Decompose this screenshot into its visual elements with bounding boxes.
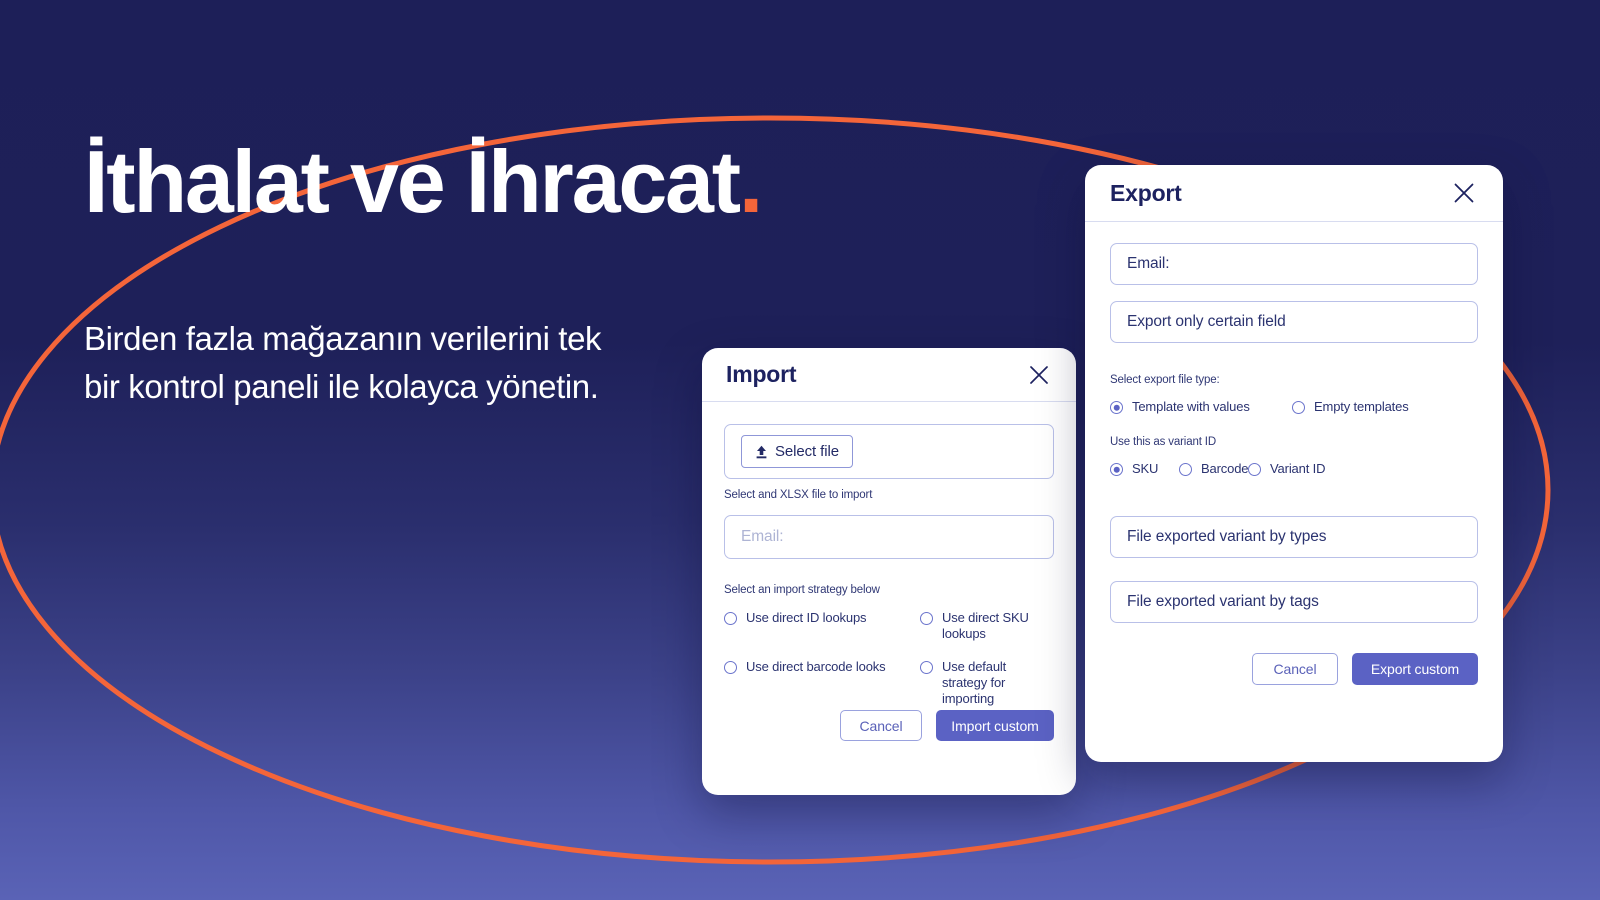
cancel-button[interactable]: Cancel (1252, 652, 1338, 685)
radio-label: Empty templates (1314, 399, 1409, 414)
email-field-placeholder: Email: (741, 528, 784, 545)
import-dialog-header: Import (702, 348, 1076, 401)
radio-label: SKU (1132, 461, 1159, 477)
radio-label: Use direct barcode looks (746, 658, 886, 674)
export-dialog-title: Export (1110, 179, 1182, 206)
radio-use-direct-barcode-looks[interactable]: Use direct barcode looks (724, 659, 920, 708)
close-icon-glyph (1454, 183, 1474, 203)
radio-icon (1248, 463, 1261, 477)
export-variant-by-types-label: File exported variant by types (1127, 527, 1327, 545)
export-variant-by-tags-field[interactable]: File exported variant by tags (1110, 580, 1478, 623)
export-custom-button[interactable]: Export custom (1352, 652, 1478, 685)
radio-icon (1292, 401, 1305, 414)
upload-icon (756, 445, 767, 458)
cancel-button[interactable]: Cancel (840, 710, 922, 741)
import-dialog-actions: Cancel Import custom (840, 710, 1054, 741)
export-certain-field-label: Export only certain field (1127, 313, 1286, 330)
email-field[interactable]: Email: (1110, 243, 1478, 285)
radio-icon (724, 660, 737, 674)
close-icon[interactable] (1024, 360, 1054, 390)
select-file-button-label: Select file (775, 443, 839, 460)
radio-icon (920, 660, 933, 674)
email-field-label: Email: (1127, 255, 1170, 272)
page-title-accent-dot: . (738, 132, 763, 231)
import-custom-button[interactable]: Import custom (936, 710, 1054, 741)
radio-icon (920, 612, 933, 625)
radio-icon (1110, 401, 1123, 414)
radio-sku[interactable]: SKU (1110, 461, 1179, 477)
export-dialog-header: Export (1085, 165, 1503, 221)
radio-icon (724, 612, 737, 625)
export-file-type-options: Template with values Empty templates (1110, 399, 1478, 415)
close-icon[interactable] (1449, 178, 1479, 208)
export-certain-field[interactable]: Export only certain field (1110, 301, 1478, 343)
radio-template-with-values[interactable]: Template with values (1110, 399, 1292, 415)
export-dialog: Export Email: Export only certain field … (1085, 165, 1503, 762)
import-dialog-body: Select file Select and XLSX file to impo… (702, 402, 1076, 707)
radio-use-default-strategy-for-importing[interactable]: Use default strategy for importing (920, 659, 1054, 708)
page-title: İthalat ve İhracat. (84, 138, 763, 226)
import-strategy-options: Use direct ID lookups Use direct SKU loo… (724, 610, 1054, 707)
radio-label: Variant ID (1270, 461, 1326, 477)
export-variant-by-types-field[interactable]: File exported variant by types (1110, 515, 1478, 558)
radio-label: Template with values (1132, 399, 1250, 414)
close-icon-glyph (1030, 365, 1048, 384)
export-file-type-label: Select export file type: (1110, 374, 1220, 386)
radio-empty-templates[interactable]: Empty templates (1292, 399, 1478, 415)
radio-label: Use direct ID lookups (746, 610, 867, 625)
export-variant-id-label: Use this as variant ID (1110, 436, 1216, 449)
radio-variant-id[interactable]: Variant ID (1248, 461, 1325, 477)
file-drop-area[interactable]: Select file (724, 424, 1054, 479)
export-variant-by-tags-label: File exported variant by tags (1127, 592, 1319, 610)
export-variant-id-options: SKU Barcode Variant ID (1110, 461, 1478, 477)
radio-label: Use default strategy for importing (942, 658, 1007, 707)
radio-use-direct-sku-lookups[interactable]: Use direct SKU lookups (920, 610, 1054, 643)
email-field[interactable]: Email: (724, 515, 1054, 559)
import-dialog-title: Import (726, 361, 797, 387)
export-dialog-body: Email: Export only certain field Select … (1085, 222, 1503, 685)
radio-label: Barcode (1201, 461, 1249, 477)
import-helper-text: Select and XLSX file to import (724, 489, 873, 501)
radio-label: Use direct SKU lookups (942, 610, 1029, 642)
radio-use-direct-id-lookups[interactable]: Use direct ID lookups (724, 610, 920, 643)
radio-barcode[interactable]: Barcode (1179, 461, 1249, 477)
import-dialog: Import Select file Select and XLSX file … (702, 348, 1076, 795)
radio-icon (1179, 463, 1192, 477)
select-file-button[interactable]: Select file (741, 435, 853, 468)
page-title-text: İthalat ve İhracat (84, 132, 741, 231)
promo-banner: İthalat ve İhracat. Birden fazla mağazan… (0, 0, 1600, 900)
import-strategy-label: Select an import strategy below (724, 584, 880, 596)
radio-icon (1110, 463, 1123, 477)
export-dialog-actions: Cancel Export custom (1110, 652, 1478, 685)
page-subtitle: Birden fazla mağazanın verilerini tek bi… (84, 320, 602, 405)
